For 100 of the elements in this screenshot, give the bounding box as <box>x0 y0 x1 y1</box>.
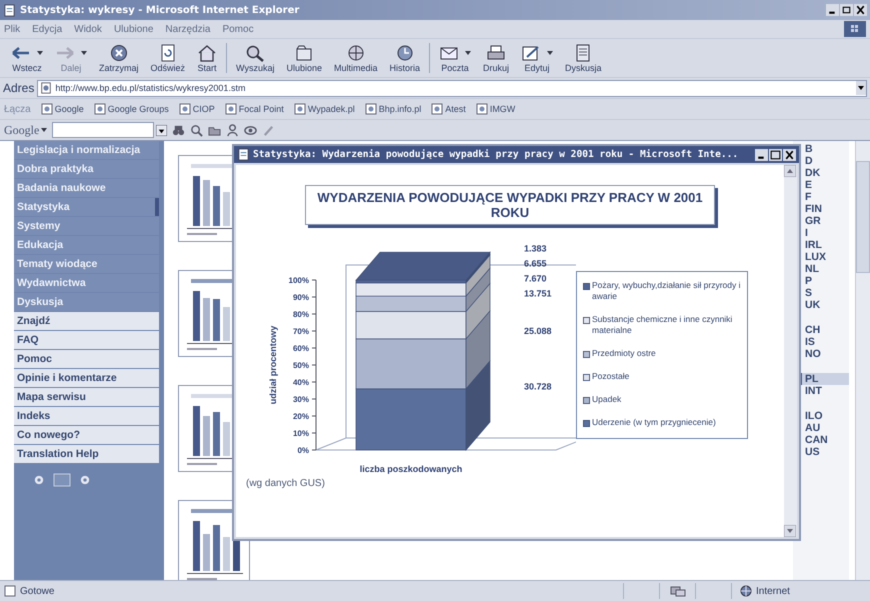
country-link[interactable]: UK <box>799 299 849 311</box>
country-link[interactable]: FIN <box>799 203 849 215</box>
printer-icon <box>486 44 506 62</box>
toolbar-button[interactable]: Drukuj <box>480 42 512 74</box>
country-link[interactable]: IS <box>799 336 849 348</box>
toolbar-button[interactable]: Edytuj <box>518 42 556 74</box>
page-icon <box>94 103 106 115</box>
menu-item[interactable]: Edycja <box>32 24 62 34</box>
scroll-up-icon[interactable] <box>784 165 796 177</box>
close-icon[interactable] <box>783 148 796 160</box>
circle-icon[interactable] <box>80 475 90 485</box>
country-link[interactable]: D <box>799 155 849 167</box>
toolbar-button[interactable]: Start <box>194 42 220 74</box>
country-link[interactable]: GR <box>799 215 849 227</box>
country-link[interactable]: ILO <box>799 410 849 422</box>
toolbar-button[interactable]: Multimedia <box>331 42 381 74</box>
link-button[interactable]: Focal Point <box>224 103 284 115</box>
caret-icon[interactable] <box>547 50 554 54</box>
links-label: Łącza <box>4 104 31 114</box>
caret-icon[interactable] <box>465 50 472 54</box>
axis-tick-label: 40% <box>292 378 309 387</box>
scroll-down-icon[interactable] <box>784 525 796 537</box>
person-icon[interactable] <box>226 124 240 136</box>
country-link[interactable]: IRL <box>799 239 849 251</box>
circle-icon[interactable] <box>34 475 44 485</box>
country-link[interactable]: I <box>799 227 849 239</box>
data-label: 7.670 <box>524 274 547 284</box>
legend-label: Upadek <box>592 394 622 405</box>
axis-label: udział procentowy <box>268 326 278 404</box>
axis-tick-label: 10% <box>292 429 309 438</box>
nav-item[interactable]: Opinie i komentarze <box>14 369 159 387</box>
minimize-icon[interactable] <box>755 148 768 160</box>
google-logo[interactable]: Google <box>4 122 40 138</box>
menu-item[interactable]: Pomoc <box>222 24 254 34</box>
link-button[interactable]: IMGW <box>476 103 516 115</box>
minimize-icon[interactable] <box>826 4 839 16</box>
caret-icon[interactable] <box>37 50 43 54</box>
toolbar-button[interactable]: Dyskusja <box>562 42 605 74</box>
nav-item[interactable]: FAQ <box>14 331 159 349</box>
close-icon[interactable] <box>854 4 867 16</box>
page-icon <box>3 4 16 16</box>
nav-item[interactable]: Znajdź <box>14 312 159 330</box>
data-label: 13.751 <box>524 288 552 299</box>
dropdown-arrow-icon[interactable] <box>156 124 168 136</box>
nav-item[interactable]: Translation Help <box>14 445 159 463</box>
address-field[interactable]: http://www.bp.edu.pl/statistics/wykresy2001.stm <box>37 80 867 96</box>
toolbar-button[interactable]: Historia <box>386 42 424 74</box>
menu-item[interactable]: Widok <box>74 24 102 34</box>
nav-item[interactable]: Indeks <box>14 407 159 425</box>
nav-item[interactable]: Mapa serwisu <box>14 388 159 406</box>
network-icon <box>670 585 686 597</box>
country-link[interactable]: DK <box>799 167 849 179</box>
country-link[interactable]: S <box>799 287 849 299</box>
eye-icon[interactable] <box>244 124 258 136</box>
link-button[interactable]: CIOP <box>178 103 215 115</box>
country-link[interactable]: F <box>799 191 849 203</box>
country-link[interactable]: CH <box>799 324 849 336</box>
clock-icon <box>394 44 415 62</box>
link-button[interactable]: Google <box>40 103 84 115</box>
maximize-icon[interactable] <box>769 148 782 160</box>
toolbar-button[interactable]: Wyszukaj <box>233 42 278 74</box>
country-link[interactable]: PL <box>799 373 849 385</box>
menu-item[interactable]: Ulubione <box>114 24 154 34</box>
country-link[interactable]: B <box>799 143 849 155</box>
data-label: 30.728 <box>524 381 552 392</box>
country-link[interactable]: E <box>799 179 849 191</box>
search-field[interactable] <box>52 122 154 138</box>
caret-icon[interactable] <box>41 128 48 132</box>
stop-icon <box>108 44 129 62</box>
toolbar-button[interactable]: Poczta <box>436 42 474 74</box>
binoculars-icon[interactable] <box>172 124 186 136</box>
page-icon <box>178 103 191 115</box>
country-link[interactable]: US <box>799 446 849 458</box>
page-icon <box>224 103 237 115</box>
nav-item[interactable]: Pomoc <box>14 350 159 368</box>
country-link[interactable]: LUX <box>799 251 849 263</box>
toolbar-button[interactable]: Odśwież <box>148 42 188 74</box>
nav-item[interactable]: Co nowego? <box>14 426 159 444</box>
toolbar-button[interactable]: Ulubione <box>283 42 325 74</box>
country-link[interactable]: INT <box>799 385 849 397</box>
legend-label: Uderzenie (w tym przygniecenie) <box>592 417 717 428</box>
country-link[interactable]: CAN <box>799 434 849 446</box>
link-button[interactable]: Google Groups <box>94 103 169 115</box>
country-link[interactable]: NL <box>799 263 849 275</box>
window-title: Statystyka: Wydarzenia powodujące wypadki przy pracy w 2001 roku - Microsoft Inte... <box>253 149 740 160</box>
scrollbar[interactable] <box>855 141 870 580</box>
country-link[interactable]: P <box>799 275 849 287</box>
link-button[interactable]: Wypadek.pl <box>294 103 355 115</box>
link-button[interactable]: Bhp.info.pl <box>364 103 422 115</box>
scrollbar[interactable] <box>784 165 797 537</box>
country-link[interactable]: NO <box>799 348 849 360</box>
search-icon[interactable] <box>190 124 204 136</box>
menu-item[interactable]: Plik <box>4 24 20 34</box>
toolbar-button[interactable]: Zatrzymaj <box>96 42 142 74</box>
toolbar-button[interactable]: Wstecz <box>8 42 46 74</box>
zone-text: Internet <box>756 586 790 596</box>
link-button[interactable]: Atest <box>431 103 466 115</box>
restore-icon[interactable] <box>840 4 853 16</box>
menu-item[interactable]: Narzędzia <box>165 24 210 34</box>
country-link[interactable]: AU <box>799 422 849 434</box>
